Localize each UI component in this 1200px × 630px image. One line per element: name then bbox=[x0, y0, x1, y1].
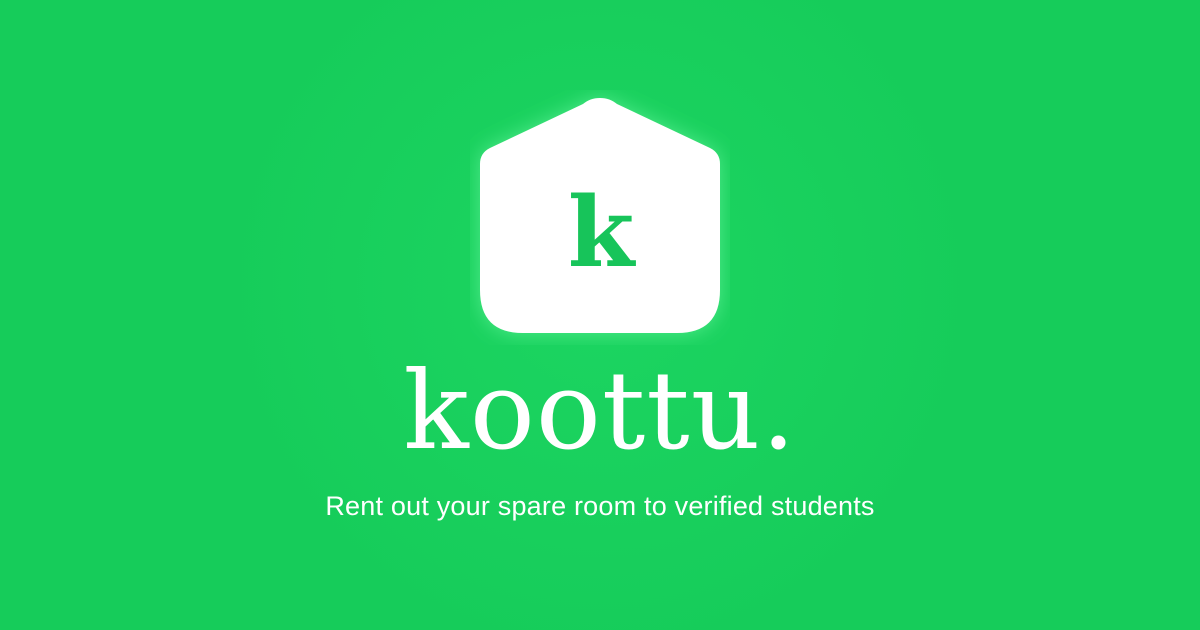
logo-letter: k bbox=[568, 176, 637, 289]
brand-name: koottu. bbox=[403, 349, 797, 474]
house-icon: k bbox=[470, 90, 730, 345]
tagline: Rent out your spare room to verified stu… bbox=[325, 491, 875, 521]
social-card: k koottu. Rent out your spare room to ve… bbox=[0, 0, 1200, 630]
